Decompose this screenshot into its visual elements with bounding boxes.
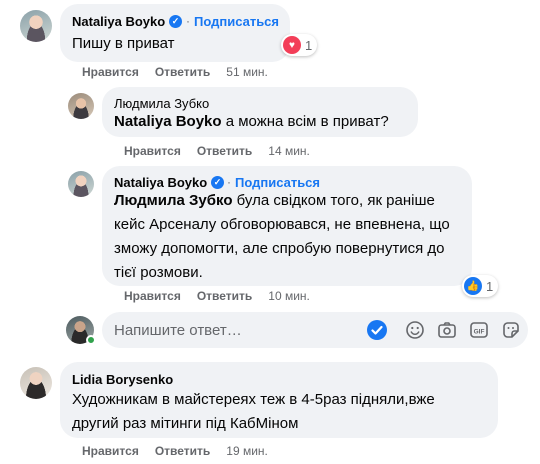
comment-line: другий раз мітинги під КабМіном: [72, 415, 299, 432]
reply-button[interactable]: Ответить: [197, 144, 252, 158]
reply-button[interactable]: Ответить: [197, 289, 252, 303]
like-button[interactable]: Нравится: [82, 444, 139, 458]
comment-line: тієї розмови.: [114, 264, 203, 281]
avatar[interactable]: [20, 10, 52, 42]
separator: ·: [227, 175, 231, 189]
timestamp[interactable]: 10 мин.: [268, 289, 310, 303]
timestamp[interactable]: 14 мин.: [268, 144, 310, 158]
like-button[interactable]: Нравится: [82, 65, 139, 79]
camera-icon[interactable]: [436, 319, 458, 341]
avatar[interactable]: [20, 367, 52, 399]
svg-text:GIF: GIF: [474, 328, 485, 335]
reply-button[interactable]: Ответить: [155, 65, 210, 79]
mention-link[interactable]: Людмила Зубко: [114, 192, 233, 209]
timestamp[interactable]: 51 мин.: [226, 65, 268, 79]
timestamp[interactable]: 19 мин.: [226, 444, 268, 458]
comment-text: Пишу в приват: [72, 35, 175, 52]
follow-link[interactable]: Подписаться: [194, 14, 279, 29]
comment-author[interactable]: Nataliya Boyko: [72, 14, 165, 29]
reply-composer: GIF: [102, 312, 528, 348]
verified-badge-icon: ✓: [211, 176, 224, 189]
like-button[interactable]: Нравится: [124, 289, 181, 303]
avatar[interactable]: [68, 93, 94, 119]
reaction-count: 1: [305, 37, 313, 53]
comment-line: зможу допомогти, але спробую повернутися…: [114, 240, 445, 257]
comment-actions: Нравится Ответить 10 мин.: [124, 289, 326, 303]
comment-line: Художникам в майстереях теж в 4-5раз під…: [72, 391, 435, 408]
follow-link[interactable]: Подписаться: [235, 175, 320, 190]
comment-line: була свідком того, як раніше: [232, 192, 435, 209]
like-button[interactable]: Нравится: [124, 144, 181, 158]
love-reaction-icon: ♥: [283, 36, 301, 54]
avatar[interactable]: [68, 171, 94, 197]
comment-line: кейс Арсеналу обговорювався, не впевнена…: [114, 216, 450, 233]
like-reaction-icon: 👍: [464, 277, 482, 295]
reaction-summary[interactable]: ♥ 1: [281, 34, 318, 56]
separator: ·: [186, 14, 190, 28]
comment-actions: Нравится Ответить 14 мин.: [124, 144, 326, 158]
gif-icon[interactable]: GIF: [468, 319, 490, 341]
comment-actions: Нравится Ответить 51 мин.: [82, 65, 284, 79]
checkmark-icon[interactable]: [366, 319, 388, 341]
comment-text: Художникам в майстереях теж в 4-5раз під…: [72, 388, 502, 436]
emoji-icon[interactable]: [404, 319, 426, 341]
reaction-summary[interactable]: 👍 1: [462, 275, 499, 297]
verified-badge-icon: ✓: [169, 15, 182, 28]
reply-button[interactable]: Ответить: [155, 444, 210, 458]
comment-actions: Нравится Ответить 19 мин.: [82, 444, 284, 458]
comment-author[interactable]: Lidia Borysenko: [72, 372, 173, 387]
comment-text: Людмила Зубко була свідком того, як рані…: [114, 189, 474, 285]
reaction-count: 1: [486, 278, 494, 294]
comment-author[interactable]: Людмила Зубко: [114, 96, 209, 111]
comment-text: Nataliya Boyko а можна всім в приват?: [114, 110, 389, 134]
online-status-icon: [86, 335, 96, 345]
reply-input[interactable]: [114, 312, 354, 348]
sticker-icon[interactable]: [500, 319, 522, 341]
comment-author[interactable]: Nataliya Boyko: [114, 175, 207, 190]
comment-body: а можна всім в приват?: [221, 113, 389, 130]
mention-link[interactable]: Nataliya Boyko: [114, 113, 222, 130]
